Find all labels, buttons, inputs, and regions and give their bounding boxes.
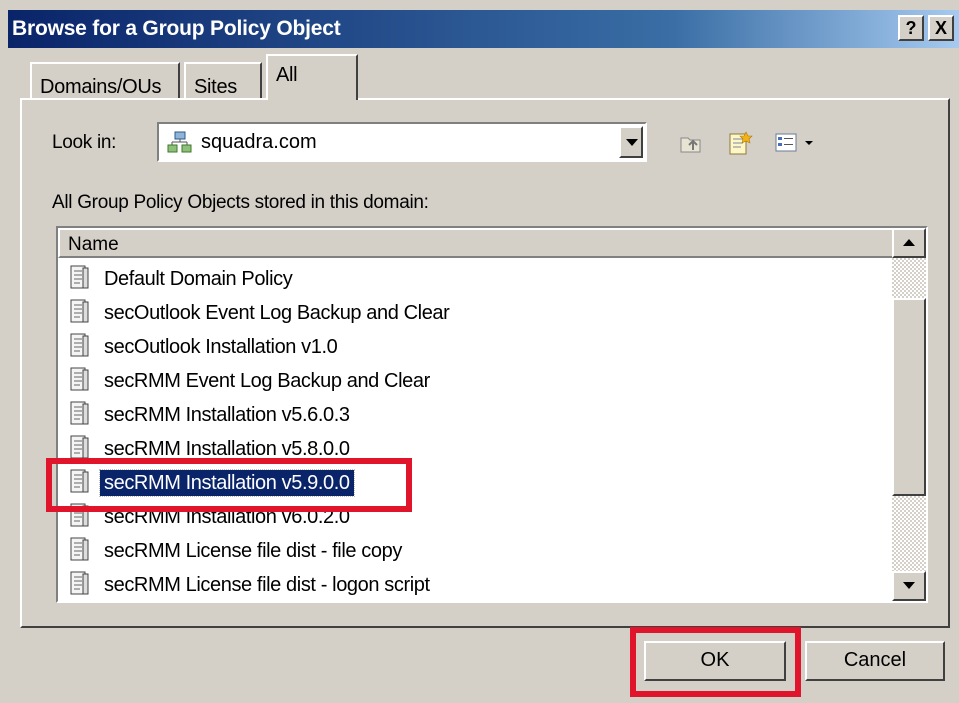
look-in-value: squadra.com (201, 131, 317, 153)
list-item-label: secOutlook Event Log Backup and Clear (104, 302, 450, 324)
gpo-scroll-icon (70, 333, 89, 357)
gpo-scroll-icon (70, 265, 89, 289)
up-one-level-icon[interactable] (678, 130, 704, 156)
browse-gpo-dialog: Browse for a Group Policy Object ? X Dom… (0, 0, 959, 703)
highlight-box-selected-item (46, 458, 412, 512)
dialog-title: Browse for a Group Policy Object (12, 17, 341, 40)
gpo-scroll-icon (70, 401, 89, 425)
look-in-combobox[interactable]: squadra.com (157, 122, 647, 162)
list-item-label: secOutlook Installation v1.0 (104, 336, 338, 358)
chevron-down-icon[interactable] (619, 126, 643, 158)
scroll-up-button[interactable] (892, 228, 926, 258)
new-gpo-icon[interactable] (726, 130, 754, 158)
domain-icon (167, 131, 192, 153)
close-button[interactable]: X (928, 15, 954, 41)
gpo-scroll-icon (70, 435, 89, 459)
view-menu-icon[interactable] (774, 130, 818, 156)
gpo-scroll-icon (70, 537, 89, 561)
list-item-label: secRMM Event Log Backup and Clear (104, 370, 430, 392)
help-button[interactable]: ? (898, 15, 924, 41)
column-header-name[interactable]: Name (58, 228, 894, 258)
scroll-thumb[interactable] (892, 298, 926, 496)
title-bar[interactable]: Browse for a Group Policy Object ? X (8, 10, 959, 48)
list-caption: All Group Policy Objects stored in this … (52, 192, 429, 213)
list-item-label: secRMM License file dist - file copy (104, 540, 402, 562)
arrow-down-icon (903, 582, 915, 589)
gpo-scroll-icon (70, 367, 89, 391)
list-item-label: Default Domain Policy (104, 268, 293, 290)
cancel-button[interactable]: Cancel (805, 641, 945, 681)
highlight-box-ok-button (630, 627, 801, 697)
vertical-scrollbar[interactable] (892, 228, 926, 601)
arrow-up-icon (903, 239, 915, 246)
tab-all[interactable]: All (266, 54, 358, 100)
gpo-scroll-icon (70, 299, 89, 323)
look-in-label: Look in: (52, 132, 117, 153)
tab-domains-ous[interactable]: Domains/OUs (30, 62, 180, 100)
list-item-label: secRMM Installation v5.6.0.3 (104, 404, 350, 426)
tab-sites[interactable]: Sites (184, 62, 262, 100)
gpo-scroll-icon (70, 571, 89, 595)
tab-panel-all: Look in: squadra.com All Group Policy Ob… (20, 98, 950, 628)
gpo-listview[interactable]: Name Default Domain Policy secOutlook Ev… (56, 226, 928, 603)
list-item-label: secRMM License file dist - logon script (104, 574, 430, 596)
scroll-down-button[interactable] (892, 571, 926, 601)
